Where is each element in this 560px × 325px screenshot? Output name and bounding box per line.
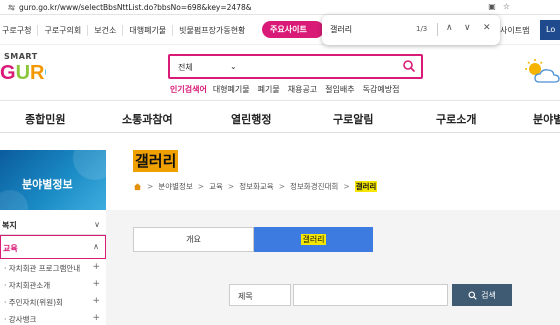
nav-guro-intro[interactable]: 구로소개 bbox=[436, 111, 476, 127]
keyword-link[interactable]: 대형폐기물 bbox=[213, 84, 250, 95]
main-search: 전체 ⌄ bbox=[168, 54, 423, 79]
search-field-value: 제목 bbox=[238, 292, 253, 301]
find-close-icon[interactable]: ✕ bbox=[483, 23, 491, 33]
sidebar-title-banner: 분야별정보 bbox=[0, 150, 106, 210]
chevron-down-icon: ∨ bbox=[94, 220, 100, 229]
util-link-pump-status[interactable]: 빗물펌프장가동현황 bbox=[173, 25, 251, 36]
popular-keywords: 인기검색어 대형폐기물 폐기물 채용공고 절임배추 독감예방접 bbox=[170, 84, 407, 95]
nav-civil-service[interactable]: 종합민원 bbox=[25, 111, 65, 127]
sidebar-subitem-label: 자치회관 프로그램안내 bbox=[8, 264, 81, 273]
board-search-input[interactable] bbox=[293, 284, 448, 306]
breadcrumb-separator: > bbox=[147, 182, 154, 191]
sidebar-title: 분야별정보 bbox=[22, 178, 73, 191]
star-icon[interactable]: ☆ bbox=[503, 2, 510, 11]
util-link-bulky-waste[interactable]: 대행폐기물 bbox=[123, 25, 174, 36]
page: guro.go.kr/www/selectBbsNttList.do?bbsNo… bbox=[0, 0, 560, 325]
sidebar-subitem[interactable]: · 자치회관 프로그램안내 + bbox=[0, 259, 106, 276]
sidebar-subitem[interactable]: · 강사뱅크 + bbox=[0, 310, 106, 325]
keyword-link[interactable]: 절임배추 bbox=[325, 84, 354, 95]
breadcrumb-item[interactable]: 교육 bbox=[209, 181, 223, 192]
sidebar-subitem-label: 강사뱅크 bbox=[8, 315, 37, 324]
plus-icon: + bbox=[92, 262, 100, 272]
breadcrumb-item[interactable]: 분야별정보 bbox=[158, 181, 193, 192]
sidebar-menu: 복지 ∨ 교육 ∧ · 자치회관 프로그램안내 + · 자치회관소개 + · 주… bbox=[0, 214, 106, 325]
search-icon[interactable] bbox=[402, 59, 416, 73]
major-sites-label: 주요사이트 bbox=[270, 25, 307, 34]
browser-tools: ▣ ☆ bbox=[488, 2, 510, 11]
login-button[interactable]: Lo bbox=[540, 20, 560, 40]
breadcrumb-item[interactable]: 정보화경진대회 bbox=[290, 181, 338, 192]
breadcrumb-separator: > bbox=[197, 182, 205, 191]
plus-icon: + bbox=[92, 313, 100, 323]
breadcrumb-separator: > bbox=[343, 182, 350, 191]
breadcrumb-separator: > bbox=[227, 182, 235, 191]
weather-icon[interactable] bbox=[522, 58, 560, 86]
sidebar-item-welfare[interactable]: 복지 ∨ bbox=[0, 214, 106, 235]
sidebar-subitem[interactable]: · 주민자치(위원)회 + bbox=[0, 293, 106, 310]
utility-links: 구로구청 구로구의회 보건소 대행폐기물 빗물펌프장가동현황 bbox=[0, 25, 251, 36]
find-prev-icon[interactable]: ∧ bbox=[446, 23, 453, 33]
sidebar-item-label: 교육 bbox=[3, 244, 18, 253]
breadcrumb-current: 갤러리 bbox=[354, 181, 378, 192]
logo-guro-mark: GURO bbox=[0, 62, 46, 83]
svg-text:GURO: GURO bbox=[0, 62, 46, 83]
main-navigation: 종합민원 소통과참여 열린행정 구로알림 구로소개 분야별 bbox=[0, 100, 560, 133]
keyword-link[interactable]: 독감예방접 bbox=[363, 84, 400, 95]
find-in-page-bar: 갤러리 1/3 ∧ ∨ ✕ bbox=[322, 15, 500, 45]
tab-gallery[interactable]: 갤러리 bbox=[254, 227, 373, 252]
logo-smart-text: SMART bbox=[4, 52, 38, 61]
search-icon bbox=[468, 290, 477, 300]
sidebar-subitem-label: 주민자치(위원)회 bbox=[8, 298, 63, 307]
util-link-council[interactable]: 구로구의회 bbox=[38, 25, 89, 36]
plus-icon: + bbox=[92, 296, 100, 306]
site-info-icon[interactable] bbox=[8, 4, 15, 11]
home-icon[interactable] bbox=[133, 182, 142, 191]
popular-label: 인기검색어 bbox=[170, 85, 207, 94]
find-next-icon[interactable]: ∨ bbox=[464, 23, 471, 33]
util-link-health-center[interactable]: 보건소 bbox=[88, 25, 124, 36]
sidebar-subitem-label: 자치회관소개 bbox=[8, 281, 51, 290]
nav-field-info[interactable]: 분야별 bbox=[533, 111, 560, 127]
keyword-link[interactable]: 채용공고 bbox=[288, 84, 317, 95]
plus-icon: + bbox=[92, 279, 100, 289]
content-tabs: 개요 갤러리 bbox=[133, 227, 373, 252]
sidebar-item-education[interactable]: 교육 ∧ bbox=[0, 235, 106, 259]
url-text[interactable]: guro.go.kr/www/selectBbsNttList.do?bbsNo… bbox=[19, 3, 252, 12]
search-button-label: 검색 bbox=[481, 290, 496, 300]
browser-address-bar: guro.go.kr/www/selectBbsNttList.do?bbsNo… bbox=[0, 0, 560, 15]
site-logo[interactable]: SMART GURO bbox=[0, 52, 48, 86]
search-scope-select[interactable]: 전체 bbox=[178, 62, 193, 73]
find-input[interactable]: 갤러리 bbox=[330, 24, 352, 35]
major-sites-button[interactable]: 주요사이트 bbox=[262, 21, 324, 38]
breadcrumb-item[interactable]: 정보화교육 bbox=[239, 181, 274, 192]
chevron-up-icon: ∧ bbox=[93, 242, 99, 251]
board-search-button[interactable]: 검색 bbox=[452, 284, 512, 306]
tab-label: 개요 bbox=[186, 235, 201, 244]
sidebar-item-label: 복지 bbox=[2, 221, 17, 230]
translate-icon[interactable]: ▣ bbox=[488, 2, 496, 11]
tab-overview[interactable]: 개요 bbox=[133, 227, 254, 252]
login-label: Lo bbox=[546, 25, 556, 34]
find-divider bbox=[437, 23, 438, 36]
util-link-guro-office[interactable]: 구로구청 bbox=[0, 25, 39, 36]
search-field-select[interactable]: 제목 bbox=[229, 284, 291, 306]
breadcrumb-separator: > bbox=[278, 182, 285, 191]
chevron-down-icon[interactable]: ⌄ bbox=[230, 62, 237, 71]
nav-guro-news[interactable]: 구로알림 bbox=[333, 111, 373, 127]
nav-open-admin[interactable]: 열린행정 bbox=[231, 111, 271, 127]
page-title: 갤러리 bbox=[133, 150, 179, 172]
sidebar-subitem[interactable]: · 자치회관소개 + bbox=[0, 276, 106, 293]
sitemap-link[interactable]: 사이트맵 bbox=[500, 25, 529, 36]
breadcrumb: > 분야별정보 > 교육 > 정보화교육 > 정보화경진대회 > 갤러리 bbox=[133, 181, 378, 192]
find-count: 1/3 bbox=[416, 25, 428, 33]
nav-participation[interactable]: 소통과참여 bbox=[122, 111, 173, 127]
tab-label: 갤러리 bbox=[301, 234, 326, 245]
keyword-link[interactable]: 폐기물 bbox=[258, 84, 280, 95]
